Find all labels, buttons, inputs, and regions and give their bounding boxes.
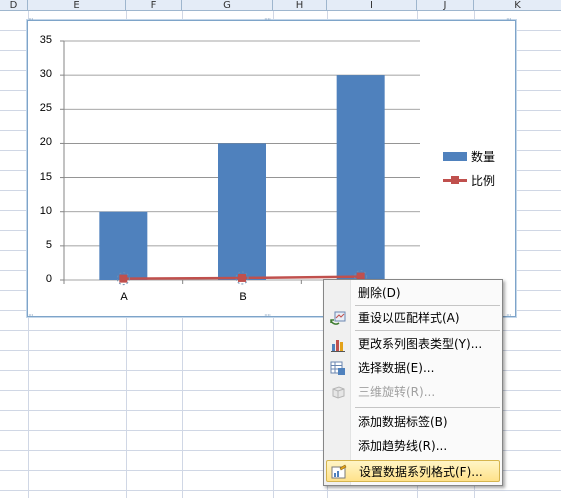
menu-item-label: 删除(D) xyxy=(358,286,401,300)
menu-item-label: 添加趋势线(R)... xyxy=(358,439,448,453)
chart-area[interactable]: ··· ···· ··· ··· ···· ··· 0 5 10 15 20 25 30 35… xyxy=(27,16,517,320)
select-data-icon xyxy=(330,361,345,375)
menu-item-reset-style[interactable]: 重设以匹配样式(A) xyxy=(326,307,500,329)
column-header-g[interactable]: G xyxy=(182,0,273,11)
menu-item-format-data-series[interactable]: 设置数据系列格式(F)... xyxy=(326,460,500,482)
bar-A[interactable] xyxy=(99,211,148,280)
menu-item-change-chart-type[interactable]: 更改系列图表类型(Y)... xyxy=(326,333,500,355)
y-tick-label: 5 xyxy=(45,238,52,251)
legend-label: 比例 xyxy=(471,174,496,188)
format-series-icon xyxy=(331,464,347,479)
column-header-k[interactable]: K xyxy=(474,0,561,11)
menu-item-label: 更改系列图表类型(Y)... xyxy=(358,337,483,351)
line-point-A[interactable] xyxy=(119,274,128,283)
menu-item-3d-rotation[interactable]: 三维旋转(R)... xyxy=(326,381,500,403)
legend-swatch-line xyxy=(443,176,467,185)
menu-separator xyxy=(355,407,500,408)
menu-separator xyxy=(355,330,500,331)
y-tick-label: 10 xyxy=(39,204,52,217)
menu-item-select-data[interactable]: 选择数据(E)... xyxy=(326,357,500,379)
menu-item-label: 重设以匹配样式(A) xyxy=(358,311,460,325)
plot-area[interactable] xyxy=(28,21,517,318)
menu-item-label: 三维旋转(R)... xyxy=(358,385,436,399)
legend-label: 数量 xyxy=(471,150,496,164)
x-tick-label: B xyxy=(239,291,247,303)
legend-swatch-bar xyxy=(443,152,467,161)
x-tick-label: A xyxy=(120,291,128,303)
column-header-h[interactable]: H xyxy=(273,0,327,11)
y-tick-label: 20 xyxy=(39,136,52,149)
y-tick-label: 25 xyxy=(39,102,52,115)
menu-item-add-trendline[interactable]: 添加趋势线(R)... xyxy=(326,435,500,457)
y-tick-label: 0 xyxy=(45,273,52,285)
bar-C[interactable] xyxy=(336,75,385,280)
column-header-row: D E F G H I J K xyxy=(0,0,561,11)
menu-item-label: 选择数据(E)... xyxy=(358,361,435,375)
chart-type-icon xyxy=(331,340,345,352)
y-tick-label: 15 xyxy=(39,170,52,183)
menu-item-label: 设置数据系列格式(F)... xyxy=(359,465,483,479)
line-point-B[interactable] xyxy=(238,273,246,282)
y-tick-label: 35 xyxy=(39,34,52,46)
column-header-i[interactable]: I xyxy=(327,0,417,11)
menu-item-add-data-labels[interactable]: 添加数据标签(B) xyxy=(326,411,500,433)
bar-B[interactable] xyxy=(218,143,266,280)
menu-item-delete[interactable]: 删除(D) xyxy=(326,282,500,304)
reset-style-icon xyxy=(330,311,346,325)
menu-separator xyxy=(355,305,500,306)
rotate-3d-icon xyxy=(332,386,345,399)
menu-item-label: 添加数据标签(B) xyxy=(358,415,448,429)
context-menu[interactable]: 删除(D) 重设以匹配样式(A) 更改系列图表类型(Y)... 选择数据(E). xyxy=(323,279,503,486)
column-header-j[interactable]: J xyxy=(417,0,474,11)
legend-entry-line[interactable]: 比例 xyxy=(443,172,495,189)
column-header-d[interactable]: D xyxy=(0,0,28,11)
column-header-e[interactable]: E xyxy=(28,0,126,11)
y-tick-label: 30 xyxy=(39,68,52,81)
column-header-f[interactable]: F xyxy=(126,0,182,11)
legend-entry-bar[interactable]: 数量 xyxy=(443,148,495,165)
